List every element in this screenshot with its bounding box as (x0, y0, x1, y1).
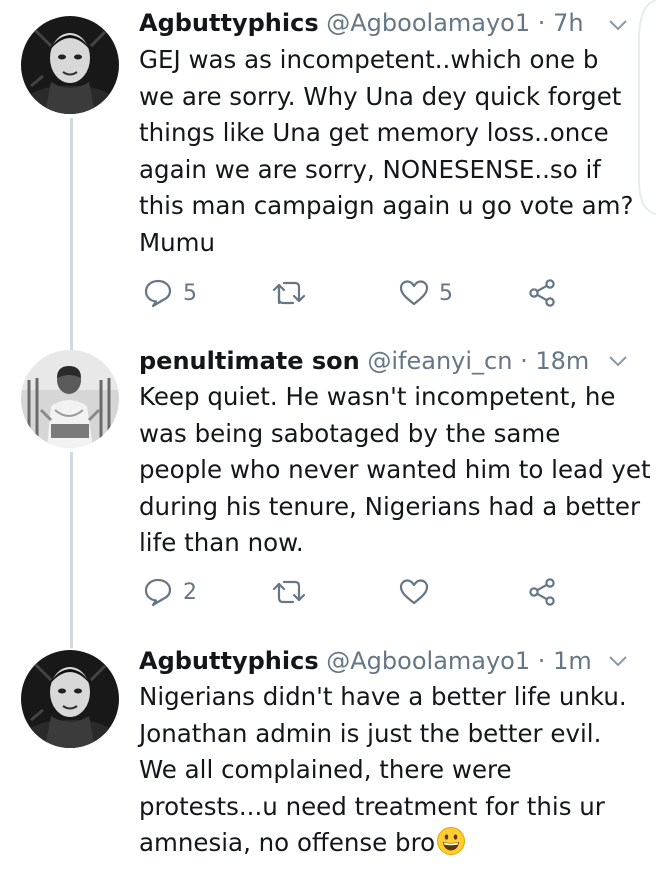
tweet-text: GEJ was as incompetent..which one b we a… (139, 42, 649, 262)
tweet-text-line: people who never wanted him to lead yet (139, 455, 651, 485)
tweet-text-line: protests...u need treatment for this ur (139, 791, 605, 821)
tweet-text-line: We all complained, there were (139, 755, 512, 785)
tweet-header: Agbuttyphics @Agboolamayo1 · 7h (139, 8, 584, 38)
grinning-face-emoji (437, 827, 466, 856)
share-icon (529, 279, 555, 307)
separator-dot: · (537, 647, 546, 675)
retweet-icon (272, 281, 306, 305)
tweet-text-line: Keep quiet. He wasn't incompetent, he (139, 382, 616, 411)
share-button[interactable] (527, 273, 557, 313)
separator-dot: · (537, 9, 546, 37)
tweet-actions: 2 (0, 572, 657, 612)
tweet-text: Nigerians didn't have a better life unku… (139, 679, 649, 862)
retweet-icon (272, 580, 306, 604)
tweet-text-line: Mumu (139, 227, 216, 257)
reply-button[interactable]: 2 (143, 572, 197, 612)
tweet-text-line: during his tenure, Nigerians had a bette… (139, 491, 641, 521)
like-count: 5 (439, 280, 453, 306)
tweet-text-line: this man campaign again u go vote am? (139, 191, 634, 221)
tweet-text-line: was being sabotaged by the same (139, 418, 561, 448)
tweet-text-line: things like Una get memory loss..once (139, 118, 609, 148)
avatar[interactable] (21, 650, 119, 748)
tweet-text-line: GEJ was as incompetent..which one b (139, 45, 599, 74)
user-handle[interactable]: @ifeanyi_cn (367, 347, 512, 375)
thread-line (70, 452, 73, 648)
reply-count: 5 (183, 280, 197, 306)
like-button[interactable]: 5 (399, 273, 453, 313)
tweet-text: Keep quiet. He wasn't incompetent, he wa… (139, 379, 651, 562)
chevron-down-icon[interactable] (607, 354, 629, 368)
timestamp[interactable]: 1m (553, 647, 592, 675)
avatar[interactable] (21, 350, 119, 448)
tweet-actions: 5 5 (0, 273, 657, 313)
like-button[interactable] (399, 572, 439, 612)
tweet-header: penultimate son @ifeanyi_cn · 18m (139, 346, 589, 376)
avatar[interactable] (21, 16, 119, 114)
chevron-down-icon[interactable] (607, 654, 629, 668)
heart-icon (399, 579, 429, 605)
display-name[interactable]: penultimate son (139, 347, 360, 375)
retweet-button[interactable] (271, 273, 317, 313)
display-name[interactable]: Agbuttyphics (139, 9, 319, 37)
timestamp[interactable]: 7h (553, 9, 583, 37)
heart-icon (399, 280, 429, 306)
retweet-button[interactable] (271, 572, 317, 612)
reply-button[interactable]: 5 (143, 273, 197, 313)
tweet-text-line: life than now. (139, 528, 304, 558)
tweet-text-line: again we are sorry, NONESENSE..so if (139, 154, 601, 184)
timestamp[interactable]: 18m (535, 347, 589, 375)
tweet[interactable]: Agbuttyphics @Agboolamayo1 · 7h GEJ was … (0, 0, 657, 330)
reply-icon (144, 578, 172, 607)
tweet-text-line: Jonathan admin is just the better evil. (139, 718, 602, 748)
reply-icon (144, 279, 172, 308)
share-icon (529, 578, 555, 606)
tweet-text-line: Nigerians didn't have a better life unku… (139, 682, 627, 711)
tweet-header: Agbuttyphics @Agboolamayo1 · 1m (139, 646, 592, 676)
user-handle[interactable]: @Agboolamayo1 (326, 647, 530, 675)
user-handle[interactable]: @Agboolamayo1 (326, 9, 530, 37)
tweet-text-line: amnesia, no offense bro (139, 828, 436, 858)
separator-dot: · (520, 347, 528, 375)
tweet-text-line-last: amnesia, no offense bro (139, 825, 649, 862)
display-name[interactable]: Agbuttyphics (139, 647, 319, 675)
share-button[interactable] (527, 572, 557, 612)
reply-count: 2 (183, 579, 197, 605)
tweet-text-line: we are sorry. Why Una dey quick forget (139, 81, 622, 111)
chevron-down-icon[interactable] (607, 18, 629, 32)
